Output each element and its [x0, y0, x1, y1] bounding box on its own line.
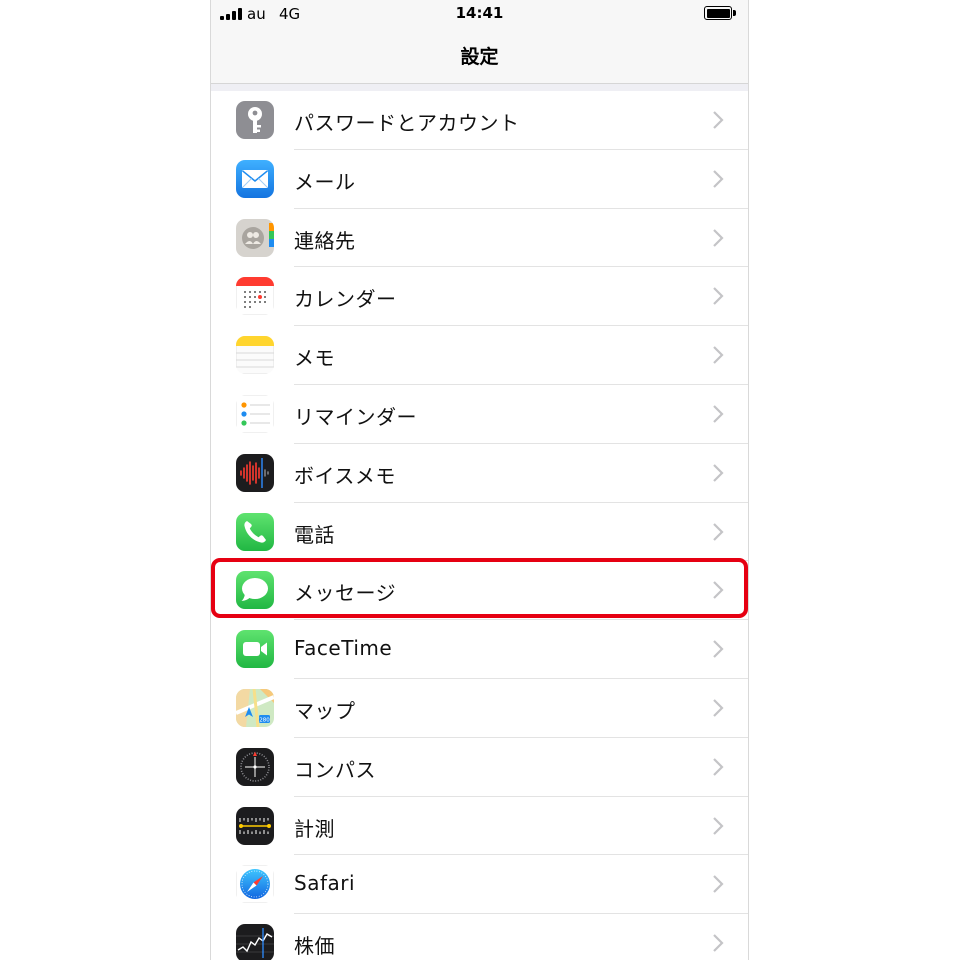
settings-row-compass[interactable]: コンパス: [211, 738, 748, 797]
svg-text:280: 280: [259, 717, 270, 723]
settings-row-label: ボイスメモ: [294, 463, 396, 488]
chevron-right-icon: [713, 287, 724, 306]
maps-icon: 280: [236, 688, 274, 727]
chevron-right-icon: [713, 816, 724, 835]
chevron-right-icon: [713, 464, 724, 482]
voice-memo-icon: [236, 453, 274, 492]
settings-row-label: 電話: [294, 522, 335, 547]
settings-row-label: マップ: [294, 698, 356, 723]
settings-row-safari[interactable]: Safari: [211, 855, 748, 915]
chevron-right-icon: [713, 934, 724, 952]
chevron-right-icon: [713, 699, 724, 717]
chevron-right-icon: [713, 640, 724, 658]
facetime-icon: [236, 630, 274, 669]
settings-row-maps[interactable]: 280 マップ: [211, 679, 748, 738]
settings-row-label: 計測: [294, 816, 335, 841]
settings-row-stocks[interactable]: 株価: [211, 914, 748, 960]
settings-row-label: 株価: [294, 934, 335, 959]
settings-row-label: パスワードとアカウント: [294, 111, 520, 135]
settings-list: パスワードとアカウント メール 連絡先 カレンダー メモ リマインダー ボイスメ…: [211, 91, 748, 960]
calendar-icon: [236, 277, 274, 316]
chevron-right-icon: [713, 757, 724, 776]
status-bar: au 4G 14:41: [211, 0, 748, 28]
settings-row-label: Safari: [294, 871, 356, 896]
phone-icon: [236, 512, 274, 551]
reminders-icon: [236, 394, 274, 433]
settings-row-label: 連絡先: [294, 228, 356, 253]
chevron-right-icon: [713, 228, 724, 247]
section-gap: [211, 84, 748, 91]
chevron-right-icon: [713, 522, 724, 541]
mail-icon: [236, 159, 274, 198]
settings-row-reminders[interactable]: リマインダー: [211, 385, 748, 444]
safari-icon: [236, 865, 274, 904]
contacts-icon: [236, 218, 274, 257]
settings-row-label: メモ: [294, 346, 335, 371]
battery-icon: [704, 6, 738, 20]
key-icon: [236, 101, 274, 139]
notes-icon: [236, 336, 274, 375]
measure-icon: [236, 806, 274, 845]
settings-row-voice-memos[interactable]: ボイスメモ: [211, 444, 748, 503]
settings-row-label: コンパス: [294, 757, 376, 782]
page-title: 設定: [460, 46, 499, 68]
settings-screen: au 4G 14:41 設定 パスワードとアカウント メール 連絡先 カレンダー…: [210, 0, 749, 960]
settings-row-label: FaceTime: [294, 636, 393, 661]
settings-row-phone[interactable]: 電話: [211, 503, 748, 562]
chevron-right-icon: [713, 111, 724, 129]
settings-row-mail[interactable]: メール: [211, 150, 748, 209]
settings-row-contacts[interactable]: 連絡先: [211, 209, 748, 268]
navigation-bar: 設定: [211, 28, 748, 84]
settings-row-label: リマインダー: [294, 404, 417, 429]
chevron-right-icon: [713, 875, 724, 894]
settings-row-facetime[interactable]: FaceTime: [211, 620, 748, 679]
settings-row-measure[interactable]: 計測: [211, 797, 748, 856]
settings-row-label: カレンダー: [294, 287, 397, 312]
settings-row-notes[interactable]: メモ: [211, 326, 748, 385]
status-time: 14:41: [455, 4, 504, 22]
compass-icon: [236, 747, 274, 786]
chevron-right-icon: [713, 346, 724, 364]
settings-row-label: メール: [294, 169, 356, 194]
settings-row-passwords[interactable]: パスワードとアカウント: [211, 91, 748, 150]
stocks-icon: [236, 924, 274, 960]
chevron-right-icon: [713, 405, 724, 423]
settings-row-calendar[interactable]: カレンダー: [211, 267, 748, 327]
chevron-right-icon: [713, 170, 724, 188]
highlight-frame-messages: [211, 558, 748, 618]
